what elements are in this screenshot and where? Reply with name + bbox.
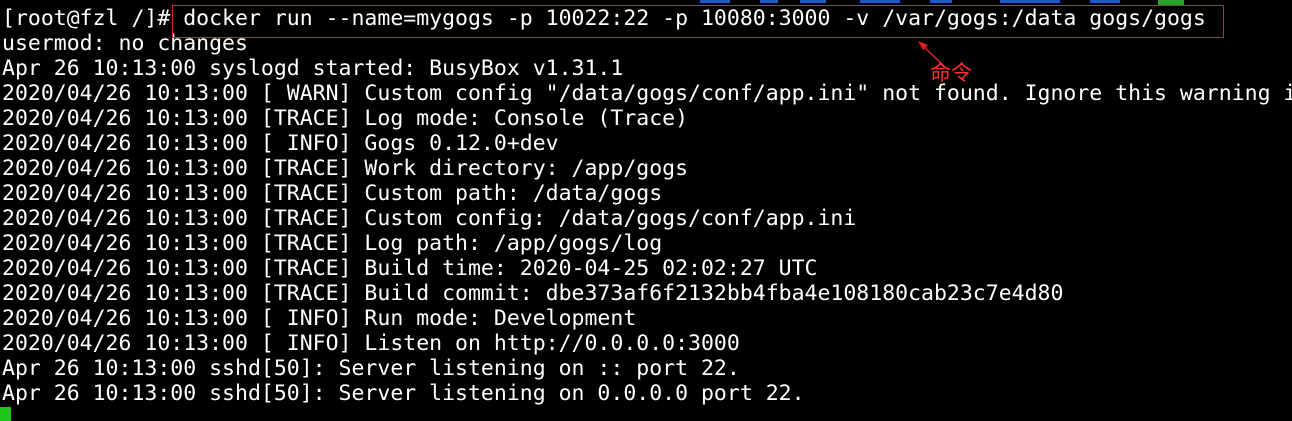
command-highlight-box	[172, 5, 1224, 38]
output-line: 2020/04/26 10:13:00 [TRACE] Log mode: Co…	[2, 106, 689, 131]
shell-prompt: [root@fzl /]#	[2, 6, 184, 31]
output-line: 2020/04/26 10:13:00 [TRACE] Log path: /a…	[2, 231, 663, 256]
terminal-window[interactable]: [root@fzl /]# docker run --name=mygogs -…	[0, 0, 1292, 421]
terminal-cursor	[0, 407, 11, 421]
output-line: Apr 26 10:13:00 syslogd started: BusyBox…	[2, 56, 624, 81]
output-line: 2020/04/26 10:13:00 [ INFO] Run mode: De…	[2, 306, 637, 331]
top-bar-fragment	[0, 0, 1292, 5]
output-line: Apr 26 10:13:00 sshd[50]: Server listeni…	[2, 381, 805, 406]
output-line: 2020/04/26 10:13:00 [TRACE] Work directo…	[2, 156, 689, 181]
output-line: 2020/04/26 10:13:00 [ INFO] Listen on ht…	[2, 331, 740, 356]
output-line: 2020/04/26 10:13:00 [TRACE] Custom path:…	[2, 181, 663, 206]
output-line: 2020/04/26 10:13:00 [TRACE] Build commit…	[2, 281, 1064, 306]
output-line: Apr 26 10:13:00 sshd[50]: Server listeni…	[2, 356, 740, 381]
output-line: 2020/04/26 10:13:00 [ INFO] Gogs 0.12.0+…	[2, 131, 559, 156]
output-line: 2020/04/26 10:13:00 [TRACE] Build time: …	[2, 256, 818, 281]
output-line: 2020/04/26 10:13:00 [TRACE] Custom confi…	[2, 206, 857, 231]
output-line: 2020/04/26 10:13:00 [ WARN] Custom confi…	[2, 81, 1292, 106]
annotation-label: 命令	[930, 61, 972, 85]
